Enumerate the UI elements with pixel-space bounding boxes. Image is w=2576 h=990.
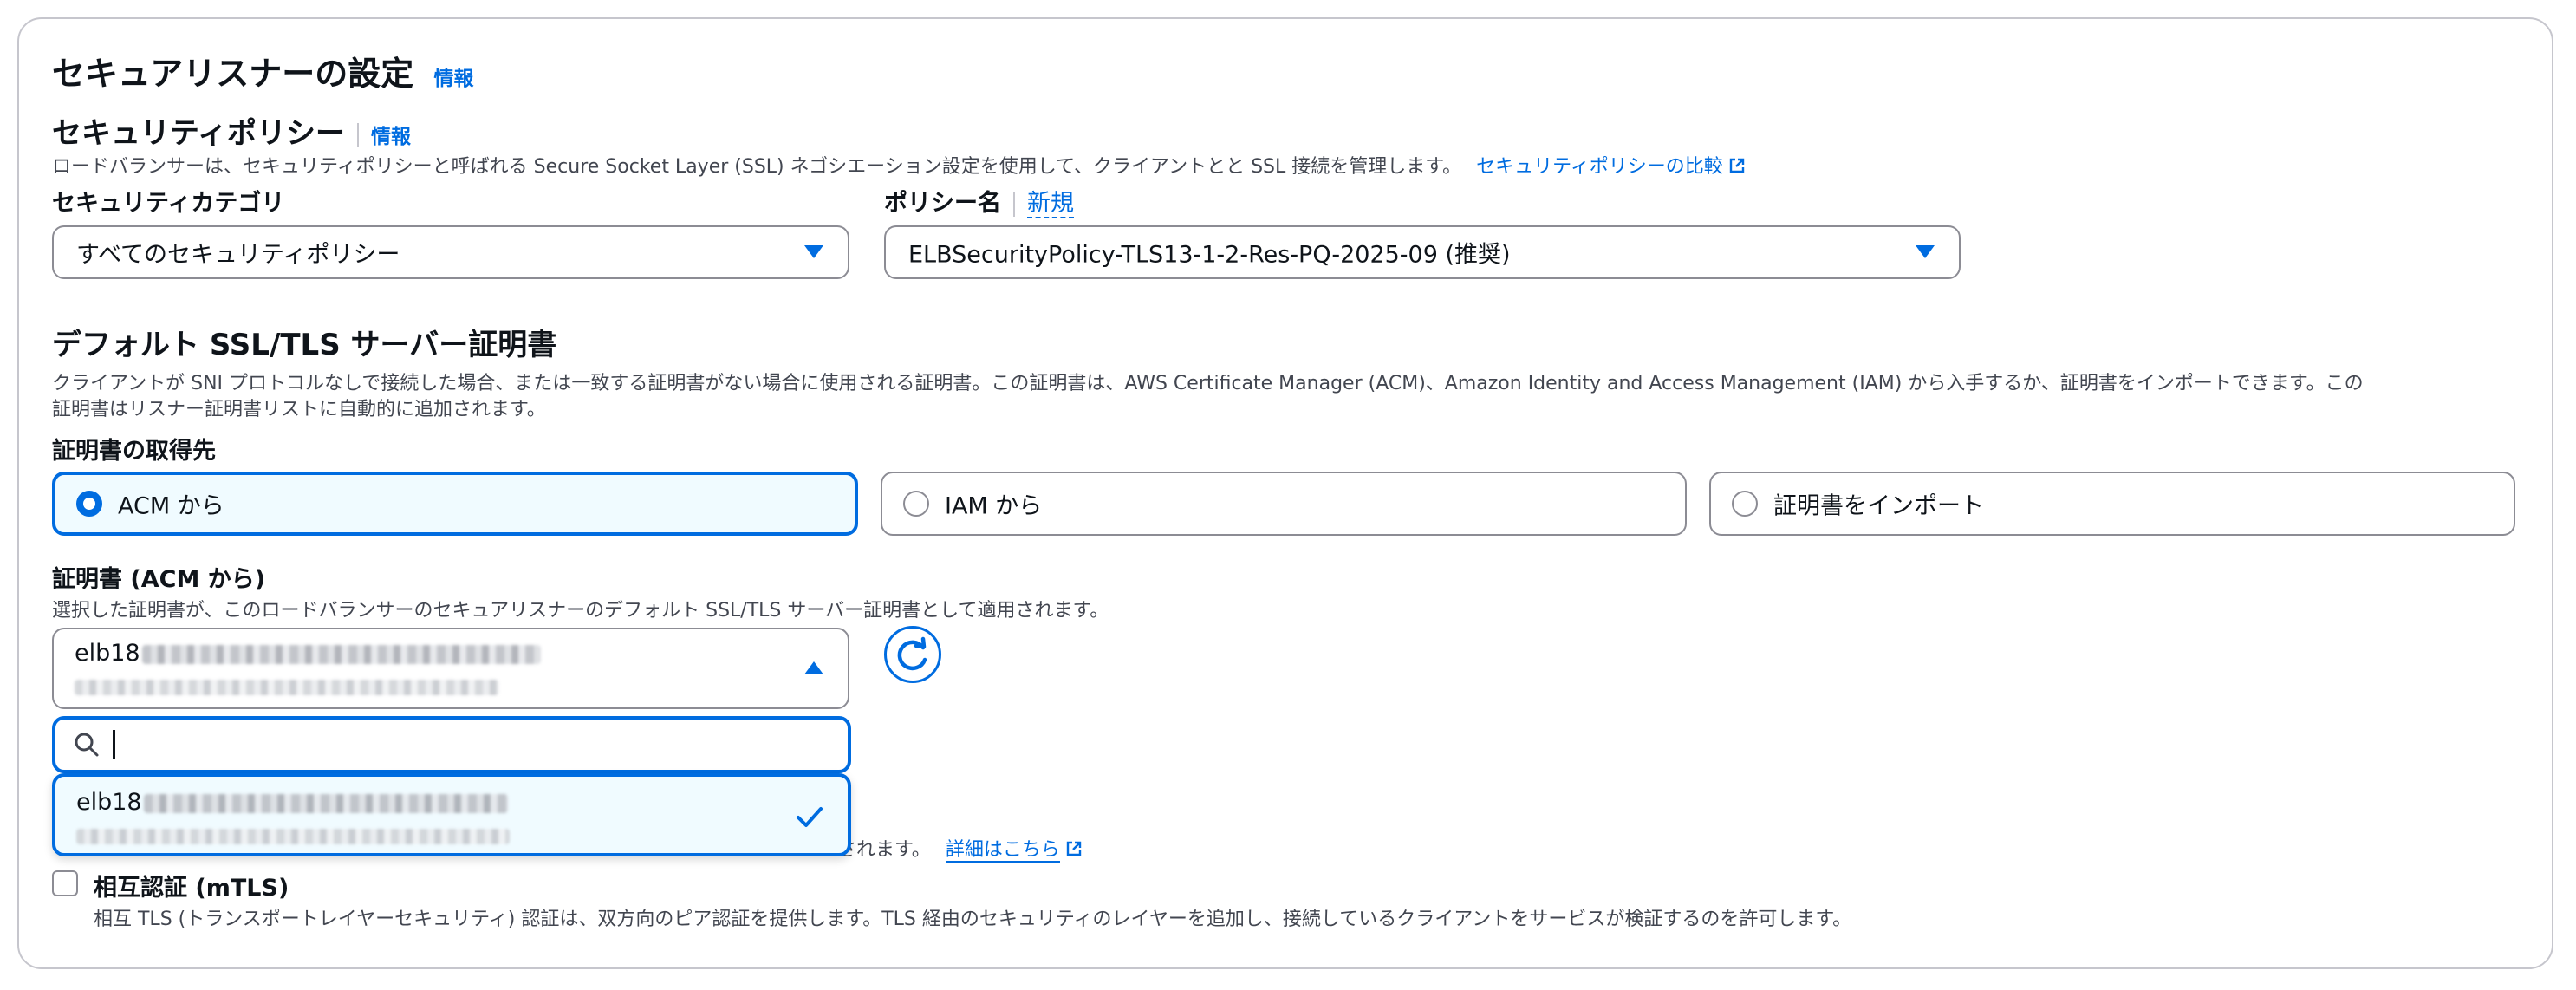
security-policy-heading: セキュリティポリシー 情報 <box>52 109 411 152</box>
cert-acm-label: 証明書 (ACM から) <box>52 566 266 593</box>
learn-more-link-text: 詳細はこちら <box>945 839 1060 861</box>
section-info-link[interactable]: 情報 <box>433 68 473 90</box>
check-icon <box>797 807 823 827</box>
source-tile-acm-label: ACM から <box>118 492 224 520</box>
radio-acm[interactable] <box>76 491 102 517</box>
option-cert-detail <box>76 827 510 844</box>
security-category-value: すべてのセキュリティポリシー <box>76 241 400 269</box>
partial-description: されます。 詳細はこちら <box>837 834 1083 863</box>
partial-description-suffix: されます。 <box>837 839 931 861</box>
new-policy-link[interactable]: 新規 <box>1027 190 1074 218</box>
cert-source-label: 証明書の取得先 <box>52 438 216 465</box>
compare-policies-link[interactable]: セキュリティポリシーの比較 <box>1476 156 1746 178</box>
learn-more-link[interactable]: 詳細はこちら <box>945 839 1060 863</box>
policy-name-label: ポリシー名 <box>884 190 1001 217</box>
refresh-icon <box>897 636 927 671</box>
certificate-search-input[interactable] <box>116 726 827 763</box>
section-title: セキュアリスナーの設定 情報 <box>52 47 473 94</box>
selected-cert-name: elb18 <box>75 640 541 667</box>
policy-divider <box>1013 192 1015 217</box>
security-policy-title: セキュリティポリシー <box>52 116 345 151</box>
security-policy-value: ELBSecurityPolicy-TLS13-1-2-Res-PQ-2025-… <box>908 241 1511 269</box>
certificate-search-box[interactable] <box>52 716 851 773</box>
option-cert-prefix: elb18 <box>76 789 142 816</box>
security-category-select[interactable]: すべてのセキュリティポリシー <box>52 225 849 279</box>
external-link-icon <box>1066 841 1082 856</box>
section-title-text: セキュアリスナーの設定 <box>52 55 414 93</box>
security-policy-description: ロードバランサーは、セキュリティポリシーと呼ばれる Secure Socket … <box>52 151 1746 179</box>
compare-policies-link-text: セキュリティポリシーの比較 <box>1476 156 1723 178</box>
radio-import[interactable] <box>1732 491 1758 517</box>
search-icon <box>75 733 99 757</box>
source-tile-import-label: 証明書をインポート <box>1773 492 1984 520</box>
radio-iam[interactable] <box>903 491 929 517</box>
mtls-label: 相互認証 (mTLS) <box>94 875 289 902</box>
source-tile-acm[interactable]: ACM から <box>52 472 858 536</box>
selected-cert-prefix: elb18 <box>75 640 140 667</box>
redacted-option-name <box>143 793 508 813</box>
option-cert-name: elb18 <box>76 789 508 816</box>
source-tile-iam[interactable]: IAM から <box>881 472 1687 536</box>
refresh-certificates-button[interactable] <box>884 626 941 683</box>
selected-cert-detail <box>75 678 499 695</box>
redacted-option-detail <box>76 828 510 844</box>
caret-down-icon <box>804 245 823 258</box>
policy-name-label-row: ポリシー名 新規 <box>884 184 1074 218</box>
default-cert-description-1: クライアントが SNI プロトコルなしで接続した場合、または一致する証明書がない… <box>52 373 2364 394</box>
security-policy-select[interactable]: ELBSecurityPolicy-TLS13-1-2-Res-PQ-2025-… <box>884 225 1961 279</box>
security-category-label: セキュリティカテゴリ <box>52 190 285 217</box>
mtls-description: 相互 TLS (トランスポートレイヤーセキュリティ) 認証は、双方向のピア認証を… <box>94 909 1852 930</box>
text-caret <box>113 730 115 759</box>
source-tile-iam-label: IAM から <box>945 492 1043 520</box>
redacted-cert-name <box>141 644 541 664</box>
caret-down-icon <box>1916 245 1935 258</box>
default-cert-title: デフォルト SSL/TLS サーバー証明書 <box>52 328 557 362</box>
source-tile-import[interactable]: 証明書をインポート <box>1709 472 2515 536</box>
redacted-cert-detail <box>75 679 499 695</box>
caret-up-icon <box>804 661 823 674</box>
certificate-select[interactable]: elb18 <box>52 628 849 709</box>
heading-divider <box>356 122 359 147</box>
mtls-checkbox[interactable] <box>52 870 78 896</box>
cert-acm-description: 選択した証明書が、このロードバランサーのセキュアリスナーのデフォルト SSL/T… <box>52 600 1109 622</box>
security-policy-info-link[interactable]: 情報 <box>371 126 411 148</box>
security-policy-description-text: ロードバランサーは、セキュリティポリシーと呼ばれる Secure Socket … <box>52 156 1462 178</box>
certificate-option[interactable]: elb18 <box>52 773 851 856</box>
external-link-icon <box>1729 158 1744 173</box>
default-cert-description-2: 証明書はリスナー証明書リストに自動的に追加されます。 <box>52 399 546 420</box>
